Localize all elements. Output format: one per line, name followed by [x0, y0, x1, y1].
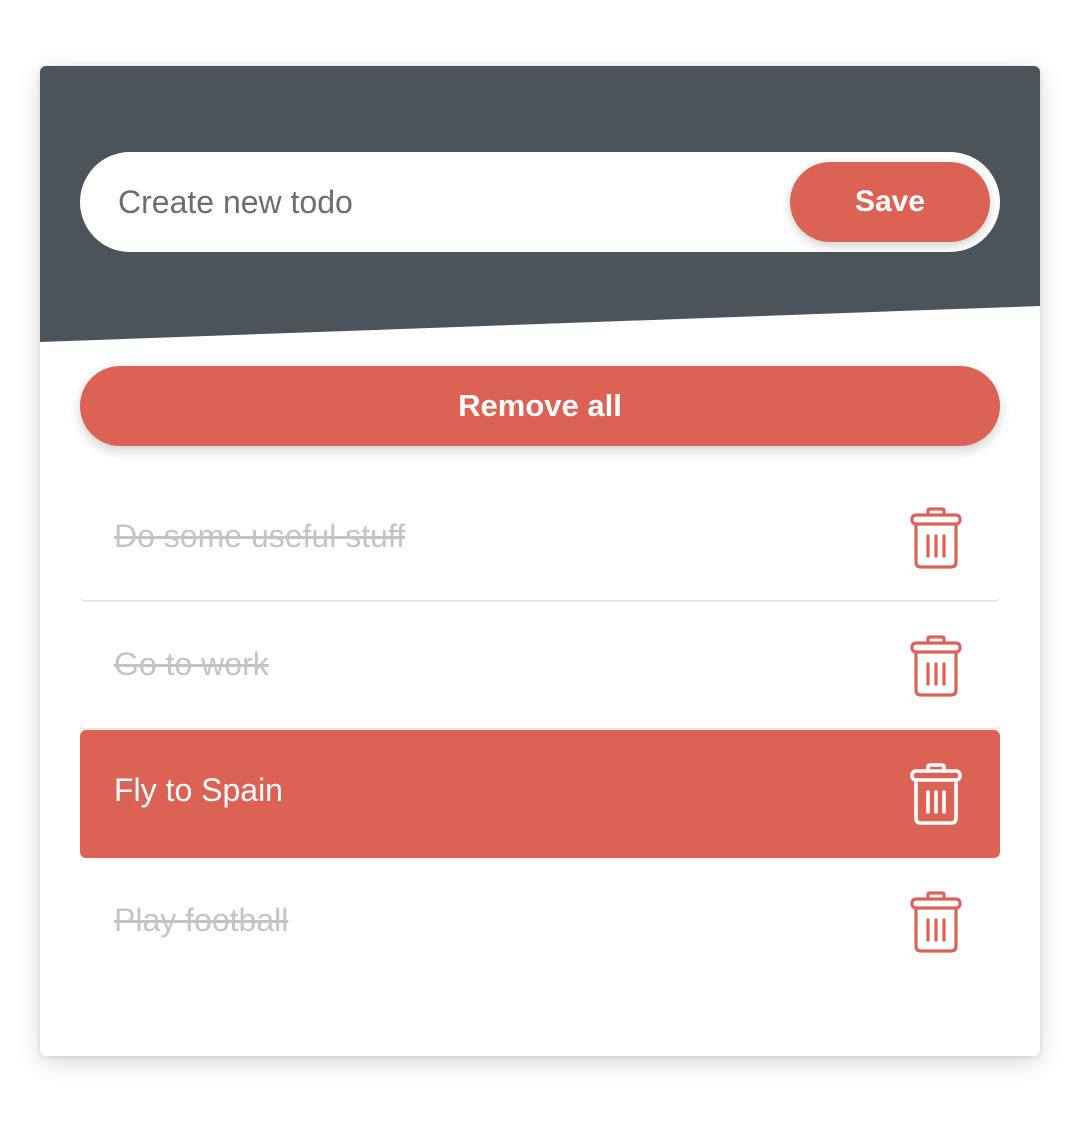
- todo-text: Go to work: [114, 646, 269, 682]
- trash-icon[interactable]: [908, 634, 964, 698]
- todo-card: Save Remove all Do some useful stuff Go …: [40, 66, 1040, 1056]
- save-button[interactable]: Save: [790, 162, 990, 242]
- todo-list: Do some useful stuff Go to work Fly to S…: [80, 474, 1000, 986]
- new-todo-form: Save: [80, 152, 1000, 252]
- todo-text: Play football: [114, 902, 289, 938]
- todo-text: Fly to Spain: [114, 772, 283, 808]
- todo-item-selected[interactable]: Fly to Spain: [80, 730, 1000, 858]
- trash-icon[interactable]: [908, 762, 964, 826]
- todo-item[interactable]: Go to work: [80, 602, 1000, 730]
- new-todo-input[interactable]: [118, 178, 758, 226]
- todo-item[interactable]: Do some useful stuff: [80, 474, 1000, 602]
- trash-icon[interactable]: [908, 890, 964, 954]
- todo-item[interactable]: Play football: [80, 858, 1000, 986]
- trash-icon[interactable]: [908, 506, 964, 570]
- remove-all-button[interactable]: Remove all: [80, 366, 1000, 446]
- todo-text: Do some useful stuff: [114, 518, 406, 554]
